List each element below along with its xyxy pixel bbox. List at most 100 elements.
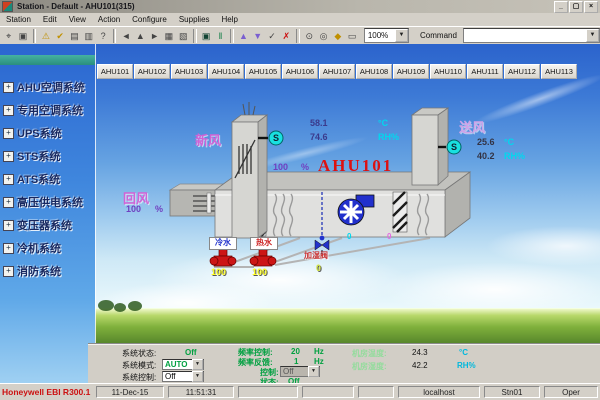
menu-help[interactable]: Help xyxy=(216,15,244,24)
zoom-level-combo[interactable]: 100% ▼ xyxy=(364,28,409,43)
tree-expand-icon[interactable]: + xyxy=(3,266,14,277)
cancel-icon[interactable]: ✗ xyxy=(280,29,293,43)
tree-expand-icon[interactable]: + xyxy=(3,82,14,93)
supply-air-duct xyxy=(412,108,448,185)
page-up-icon[interactable]: ▲ xyxy=(134,29,147,43)
statusbar-user: Oper xyxy=(544,386,598,398)
tree-expand-icon[interactable]: + xyxy=(3,105,14,116)
sidebar-item-hv-power[interactable]: + 高压供电系统 xyxy=(3,194,95,210)
event-summary-icon[interactable]: ▥ xyxy=(82,29,95,43)
tree-expand-icon[interactable]: + xyxy=(3,197,14,208)
close-button[interactable]: × xyxy=(584,1,598,13)
hot-water-label: 热水 xyxy=(250,237,278,250)
sidebar-item-chiller[interactable]: + 冷机系统 xyxy=(3,240,95,256)
menu-view[interactable]: View xyxy=(63,15,92,24)
tab-ahu104[interactable]: AHU104 xyxy=(208,64,244,79)
tab-ahu106[interactable]: AHU106 xyxy=(282,64,318,79)
chilled-valve-position: 100 xyxy=(211,267,226,277)
freq-feedback-unit: Hz xyxy=(314,357,324,366)
tree-expand-icon[interactable]: + xyxy=(3,243,14,254)
statusbar-station: Stn01 xyxy=(484,386,540,398)
chevron-down-icon[interactable]: ▼ xyxy=(586,29,599,42)
toolbar-separator xyxy=(193,29,197,43)
message-summary-icon[interactable]: ▤ xyxy=(68,29,81,43)
fresh-air-label: 新风 xyxy=(195,130,221,149)
system-control-select[interactable]: Off ▼ xyxy=(162,371,204,382)
room-rh-value: 42.2 xyxy=(412,361,428,370)
tree-expand-icon[interactable]: + xyxy=(3,151,14,162)
tab-ahu113[interactable]: AHU113 xyxy=(541,64,577,79)
zoom-icon[interactable]: ◎ xyxy=(317,29,330,43)
title-bar: Station - Default - AHU101(315) _ ▢ × xyxy=(0,0,600,13)
tree-expand-icon[interactable]: + xyxy=(3,220,14,231)
lower-icon[interactable]: ▼ xyxy=(251,29,264,43)
chevron-down-icon[interactable]: ▼ xyxy=(192,371,203,382)
print-icon[interactable]: ▦ xyxy=(162,29,175,43)
sidebar-item-sts[interactable]: + STS系统 xyxy=(3,148,95,164)
alarm-summary-icon[interactable]: ⚠ xyxy=(39,29,52,43)
menu-configure[interactable]: Configure xyxy=(126,15,173,24)
command-combo[interactable]: ▼ xyxy=(463,28,600,43)
tab-ahu102[interactable]: AHU102 xyxy=(134,64,170,79)
minimize-button[interactable]: _ xyxy=(554,1,568,13)
statusbar-cell-empty xyxy=(302,386,354,398)
acknowledge-alarm-icon[interactable]: ✔ xyxy=(54,29,67,43)
tab-ahu111[interactable]: AHU111 xyxy=(467,64,503,79)
sidebar-item-transformer[interactable]: + 变压器系统 xyxy=(3,217,95,233)
tab-ahu101[interactable]: AHU101 xyxy=(97,64,133,79)
accept-icon[interactable]: ✓ xyxy=(265,29,278,43)
tab-ahu105[interactable]: AHU105 xyxy=(245,64,281,79)
ahu-schematic: S S xyxy=(95,44,600,345)
sensor-icon[interactable]: S xyxy=(447,140,461,154)
sidebar-divider xyxy=(95,44,96,344)
chevron-down-icon[interactable]: ▼ xyxy=(308,366,319,377)
display-icon[interactable]: ▣ xyxy=(200,29,213,43)
aux-reading-left: 0 xyxy=(347,232,351,241)
page-forward-icon[interactable]: ► xyxy=(148,29,161,43)
system-mode-select[interactable]: AUTO ▼ xyxy=(162,359,204,370)
sidebar-item-ats[interactable]: + ATS系统 xyxy=(3,171,95,187)
sidebar-item-fire[interactable]: + 消防系统 xyxy=(3,263,95,279)
find-icon[interactable]: ⊙ xyxy=(303,29,316,43)
chevron-down-icon[interactable]: ▼ xyxy=(192,359,203,370)
tree-expand-icon[interactable]: + xyxy=(3,174,14,185)
menu-edit[interactable]: Edit xyxy=(37,15,63,24)
tab-ahu110[interactable]: AHU110 xyxy=(430,64,466,79)
alert-help-icon[interactable]: ? xyxy=(96,29,109,43)
tab-ahu108[interactable]: AHU108 xyxy=(356,64,392,79)
control-panel: 系统状态: Off 系统模式: AUTO ▼ 系统控制: Off ▼ 频率控制:… xyxy=(88,344,600,384)
sensor-icon[interactable]: S xyxy=(269,131,283,145)
command-input[interactable] xyxy=(464,30,586,41)
page-back-icon[interactable]: ◄ xyxy=(119,29,132,43)
menu-station[interactable]: Station xyxy=(0,15,37,24)
tab-ahu103[interactable]: AHU103 xyxy=(171,64,207,79)
trend-icon[interactable]: ‖ xyxy=(214,29,227,43)
menu-action[interactable]: Action xyxy=(92,15,126,24)
view-box-icon[interactable]: ▭ xyxy=(346,29,359,43)
maximize-button[interactable]: ▢ xyxy=(569,1,583,13)
room-rh-label: 机房湿度: xyxy=(352,361,387,372)
sidebar-item-ahu[interactable]: + AHU空调系统 xyxy=(3,79,95,95)
system-status-label: 系统状态: xyxy=(122,348,156,359)
fan-control-select[interactable]: Off ▼ xyxy=(280,366,320,377)
statusbar-date: 11-Dec-15 xyxy=(96,386,164,398)
snapshot-icon[interactable]: ▧ xyxy=(177,29,190,43)
sidebar-item-ups[interactable]: + UPS系统 xyxy=(3,125,95,141)
stations-icon[interactable]: ▣ xyxy=(16,29,29,43)
menu-supplies[interactable]: Supplies xyxy=(173,15,216,24)
find-station-icon[interactable]: ⌖ xyxy=(2,29,15,43)
tree-expand-icon[interactable]: + xyxy=(3,128,14,139)
toolbar-separator xyxy=(33,29,37,43)
pan-icon[interactable]: ◆ xyxy=(331,29,344,43)
brand-label: Honeywell EBI R300.1 xyxy=(2,387,90,397)
chevron-down-icon[interactable]: ▼ xyxy=(395,29,408,42)
room-rh-unit: RH% xyxy=(457,361,476,370)
tab-ahu112[interactable]: AHU112 xyxy=(504,64,540,79)
tab-ahu107[interactable]: AHU107 xyxy=(319,64,355,79)
raise-icon[interactable]: ▲ xyxy=(237,29,250,43)
fresh-air-duct xyxy=(232,102,268,238)
supply-air-rh: 40.2 xyxy=(477,151,495,161)
system-status-value: Off xyxy=(185,348,197,357)
sidebar-item-dedicated-ac[interactable]: + 专用空调系统 xyxy=(3,102,95,118)
tab-ahu109[interactable]: AHU109 xyxy=(393,64,429,79)
